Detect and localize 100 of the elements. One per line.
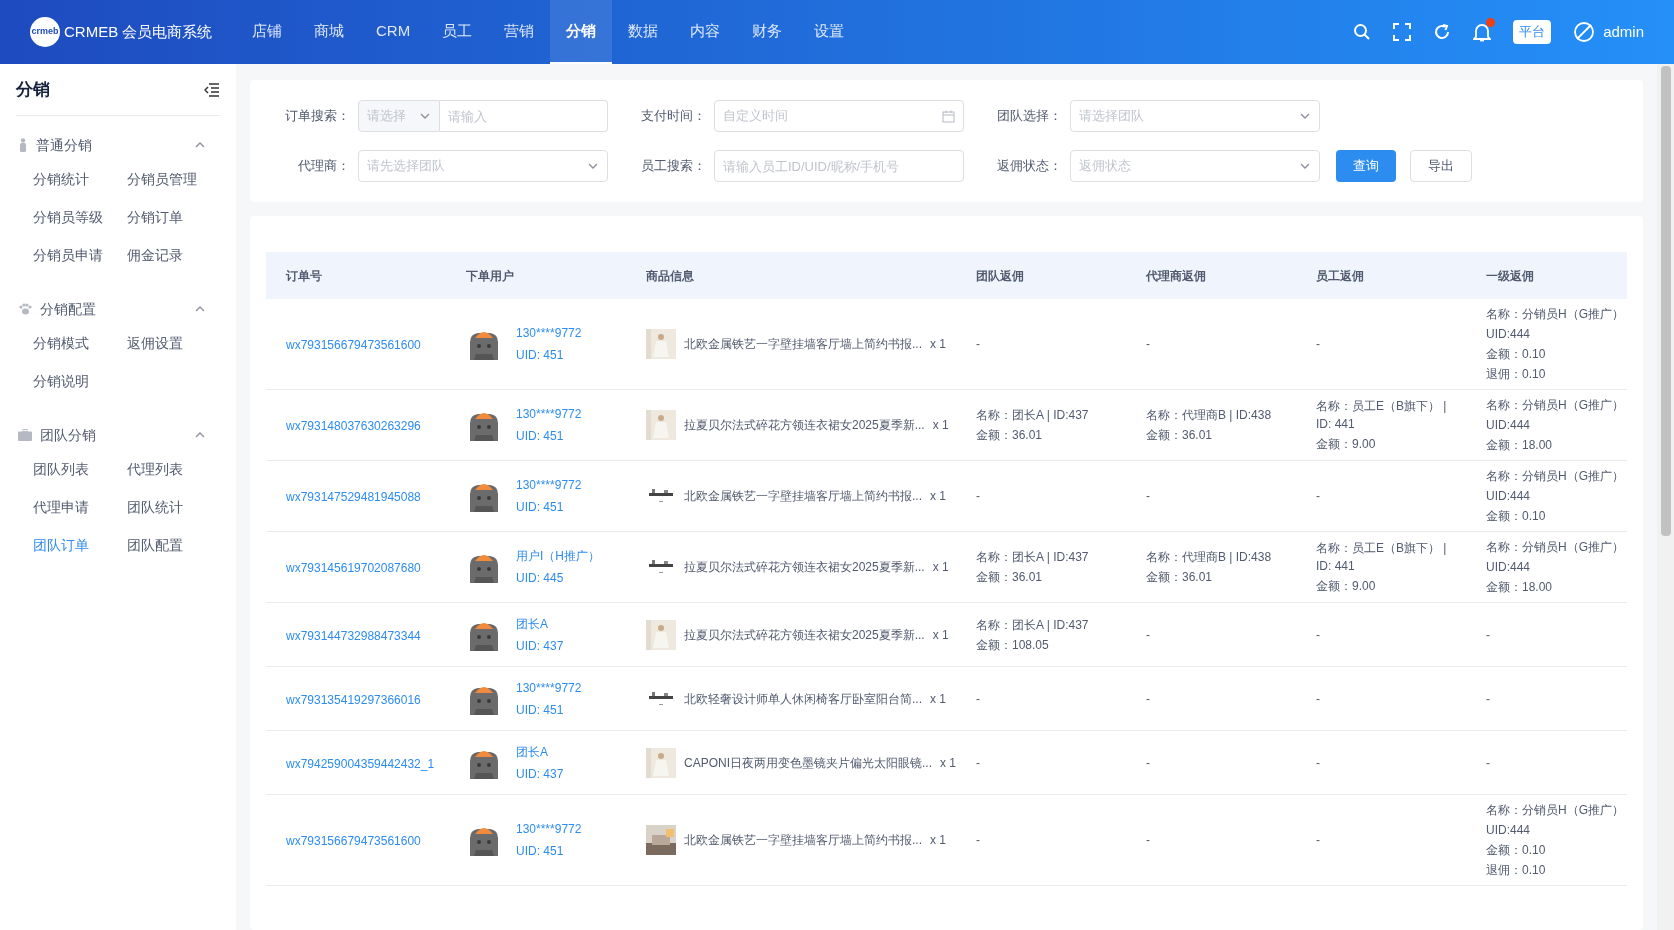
- menu-item[interactable]: 分销员申请: [33, 236, 127, 274]
- cell-text: -: [1316, 690, 1321, 708]
- cell-text: 名称：代理商B | ID:438: [1146, 407, 1273, 424]
- menu-item[interactable]: 代理申请: [33, 488, 127, 526]
- input-field[interactable]: 请输入: [440, 100, 608, 132]
- user-text: UID: 451: [516, 701, 565, 719]
- cell-text: 金额：108.05: [976, 636, 1050, 654]
- menu-item[interactable]: 团队订单: [33, 526, 127, 564]
- menu-icon[interactable]: [204, 82, 220, 97]
- user-text: 团长A: [516, 615, 549, 633]
- cell-text: -: [1146, 832, 1151, 849]
- cell-text: UID:444: [1486, 559, 1532, 576]
- cell-text: -: [1316, 336, 1321, 353]
- cell-text: -: [976, 754, 981, 772]
- nav-tab[interactable]: 财务: [736, 0, 799, 64]
- order-link[interactable]: wx793156679473561600: [286, 338, 421, 352]
- cell-text: -: [1146, 754, 1151, 772]
- nav-tab[interactable]: 分销: [550, 0, 613, 64]
- fullscreen-icon[interactable]: [1393, 23, 1412, 41]
- nav-tab[interactable]: 设置: [798, 0, 861, 64]
- product-name: 北欧金属铁艺一字壁挂墙客厅墙上简约书报...: [684, 336, 922, 353]
- user-text: UID: 451: [516, 843, 565, 860]
- quantity-text: x 1: [932, 559, 949, 576]
- user-text: 用户I（H推广）: [516, 548, 600, 565]
- cell-text: -: [976, 832, 981, 849]
- menu-item[interactable]: 分销员管理: [126, 160, 220, 198]
- menu-group-header[interactable]: 分销配置: [16, 294, 220, 324]
- cell-text: 金额：36.01: [976, 427, 1044, 444]
- cell-text: 名称：分销员H（G推广）: [1486, 539, 1625, 556]
- cell-text: UID:444: [1486, 326, 1532, 343]
- user-text: 130****9772: [516, 406, 582, 423]
- menu-item[interactable]: 分销统计: [33, 160, 127, 198]
- menu-item[interactable]: 团队列表: [33, 450, 127, 488]
- nav-tab[interactable]: 内容: [674, 0, 737, 64]
- bell-icon[interactable]: [1473, 22, 1492, 42]
- platform-badge: 平台: [1513, 20, 1552, 44]
- search-icon[interactable]: [1353, 23, 1372, 41]
- product-name: 北欧金属铁艺一字壁挂墙客厅墙上简约书报...: [684, 488, 922, 505]
- nav-tab[interactable]: 商城: [298, 0, 360, 64]
- menu-item[interactable]: 团队统计: [126, 488, 220, 526]
- nav-tab[interactable]: 店铺: [236, 0, 298, 64]
- column-header: 员工返佣: [1315, 267, 1365, 285]
- nav-tab[interactable]: 营销: [488, 0, 551, 64]
- order-link[interactable]: wx793148037630263296: [286, 419, 421, 433]
- cell-text: -: [1146, 626, 1151, 644]
- order-link[interactable]: wx793144732988473344: [286, 628, 421, 643]
- cell-text: -: [976, 336, 981, 353]
- quantity-text: x 1: [940, 754, 957, 772]
- cell-text: -: [1486, 690, 1491, 708]
- cell-text: 退佣：0.10: [1486, 862, 1547, 879]
- product-name: 拉夏贝尔法式碎花方领连衣裙女2025夏季新...: [684, 417, 925, 434]
- user-text: 团长A: [516, 743, 549, 761]
- cell-text: -: [1316, 488, 1321, 505]
- order-link[interactable]: wx793145619702087680: [286, 561, 421, 575]
- cell-text: 名称：分销员H（G推广）: [1486, 397, 1625, 414]
- menu-item[interactable]: 分销订单: [126, 198, 220, 236]
- column-header: 订单号: [284, 267, 323, 285]
- nav-tab[interactable]: CRM: [360, 0, 427, 64]
- cell-text: 名称：团长A | ID:437: [976, 407, 1090, 424]
- quantity-text: x 1: [932, 417, 949, 434]
- user-text: UID: 437: [516, 765, 564, 783]
- order-link[interactable]: wx793135419297366016: [286, 692, 421, 707]
- cell-text: 金额：0.10: [1486, 842, 1547, 859]
- menu-item[interactable]: 代理列表: [126, 450, 220, 488]
- user-text: 130****9772: [516, 325, 582, 342]
- cell-text: 金额：0.10: [1486, 346, 1547, 363]
- menu-item[interactable]: 返佣设置: [126, 324, 220, 362]
- order-link[interactable]: wx793156679473561600: [286, 834, 421, 848]
- input-field[interactable]: 请输入员工ID/UID/昵称/手机号: [714, 150, 964, 182]
- order-link[interactable]: wx793147529481945088: [286, 490, 421, 504]
- menu-item[interactable]: 分销员等级: [33, 198, 127, 236]
- cell-text: 名称：分销员H（G推广）: [1486, 802, 1625, 819]
- nav-tab[interactable]: 员工: [426, 0, 489, 64]
- order-link[interactable]: wx794259004359442432_1: [286, 756, 435, 771]
- field-label: 返佣状态：: [996, 157, 1063, 176]
- menu-group-header[interactable]: 普通分销: [16, 130, 220, 160]
- logo-badge: crmeb: [30, 17, 60, 47]
- user-text: UID: 451: [516, 347, 565, 364]
- nav-tab[interactable]: 数据: [612, 0, 675, 64]
- cell-text: -: [1316, 626, 1321, 644]
- column-header: 一级返佣: [1485, 267, 1535, 285]
- scrollbar[interactable]: [1657, 64, 1674, 930]
- menu-item[interactable]: 佣金记录: [126, 236, 220, 274]
- menu-item[interactable]: 分销模式: [33, 324, 127, 362]
- cell-text: UID:444: [1486, 488, 1532, 505]
- export-button[interactable]: 导出: [1410, 150, 1472, 182]
- menu-item[interactable]: 团队配置: [126, 526, 220, 564]
- menu-group-header[interactable]: 团队分销: [16, 420, 220, 450]
- cell-text: 名称：团长A | ID:437: [976, 549, 1090, 566]
- quantity-text: x 1: [930, 690, 947, 708]
- refresh-icon[interactable]: [1433, 23, 1452, 41]
- user-name[interactable]: admin: [1603, 20, 1644, 44]
- user-text: UID: 445: [516, 570, 565, 587]
- search-button[interactable]: 查询: [1336, 150, 1396, 182]
- product-name: CAPONI日夜两用变色墨镜夹片偏光太阳眼镜...: [684, 754, 932, 772]
- column-header: 商品信息: [645, 267, 695, 285]
- menu-item[interactable]: 分销说明: [33, 362, 127, 400]
- cell-text: 名称：代理商B | ID:438: [1146, 549, 1273, 566]
- field-label: 代理商：: [297, 157, 351, 176]
- cell-text: 金额：9.00: [1316, 436, 1377, 453]
